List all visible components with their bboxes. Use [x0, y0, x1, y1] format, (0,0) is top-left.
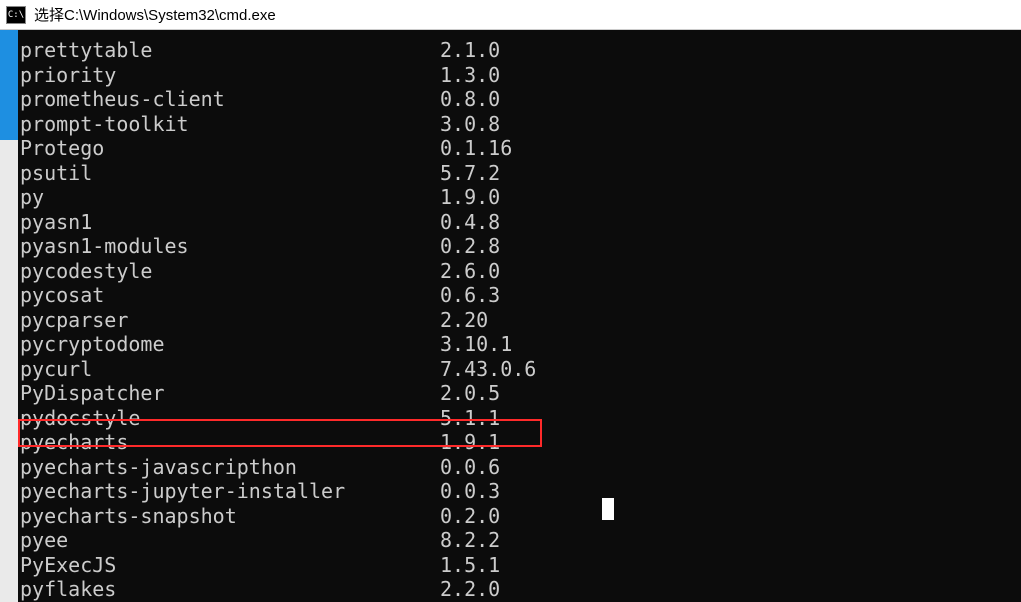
package-name: pyee — [20, 528, 440, 553]
package-row: prometheus-client0.8.0 — [18, 87, 1021, 112]
package-name: pyasn1 — [20, 210, 440, 235]
package-row: pycparser2.20 — [18, 308, 1021, 333]
package-name: PyExecJS — [20, 553, 440, 578]
package-version: 5.1.1 — [440, 406, 1021, 431]
package-row: PyDispatcher2.0.5 — [18, 381, 1021, 406]
package-name: pyecharts-javascripthon — [20, 455, 440, 480]
sidebar-strip — [0, 30, 18, 602]
package-name: pyecharts — [20, 430, 440, 455]
package-row: pyflakes2.2.0 — [18, 577, 1021, 602]
package-name: pydocstyle — [20, 406, 440, 431]
package-version: 7.43.0.6 — [440, 357, 1021, 382]
package-version: 2.2.0 — [440, 577, 1021, 602]
package-version: 2.6.0 — [440, 259, 1021, 284]
package-row: pyecharts-jupyter-installer0.0.3 — [18, 479, 1021, 504]
package-version: 0.0.3 — [440, 479, 1021, 504]
package-version: 1.9.0 — [440, 185, 1021, 210]
sidebar-inactive-area — [0, 140, 18, 602]
package-name: prettytable — [20, 38, 440, 63]
package-name: pycurl — [20, 357, 440, 382]
package-row: pycosat0.6.3 — [18, 283, 1021, 308]
package-row: pyecharts-snapshot0.2.0 — [18, 504, 1021, 529]
package-version: 2.20 — [440, 308, 1021, 333]
package-version: 0.4.8 — [440, 210, 1021, 235]
package-row: pydocstyle5.1.1 — [18, 406, 1021, 431]
terminal-output[interactable]: prettytable2.1.0priority1.3.0prometheus-… — [18, 30, 1021, 602]
package-version: 1.9.1 — [440, 430, 1021, 455]
package-row: Protego0.1.16 — [18, 136, 1021, 161]
package-name: pyasn1-modules — [20, 234, 440, 259]
cmd-icon: C:\ — [6, 6, 26, 24]
package-name: pycparser — [20, 308, 440, 333]
window-title-bar: C:\ 选择C:\Windows\System32\cmd.exe — [0, 0, 1021, 30]
package-name: pycodestyle — [20, 259, 440, 284]
package-version: 3.10.1 — [440, 332, 1021, 357]
package-version: 0.2.8 — [440, 234, 1021, 259]
package-row: py1.9.0 — [18, 185, 1021, 210]
package-name: pycosat — [20, 283, 440, 308]
package-version: 0.2.0 — [440, 504, 1021, 529]
package-version: 1.3.0 — [440, 63, 1021, 88]
package-name: pycryptodome — [20, 332, 440, 357]
package-name: prometheus-client — [20, 87, 440, 112]
package-row: psutil5.7.2 — [18, 161, 1021, 186]
package-row: pyecharts1.9.1 — [18, 430, 1021, 455]
package-version: 2.0.5 — [440, 381, 1021, 406]
package-version: 1.5.1 — [440, 553, 1021, 578]
package-row: PyExecJS1.5.1 — [18, 553, 1021, 578]
package-version: 2.1.0 — [440, 38, 1021, 63]
package-name: pyecharts-snapshot — [20, 504, 440, 529]
package-version: 0.1.16 — [440, 136, 1021, 161]
package-row: pyasn10.4.8 — [18, 210, 1021, 235]
package-version: 8.2.2 — [440, 528, 1021, 553]
package-row: pycodestyle2.6.0 — [18, 259, 1021, 284]
text-cursor — [602, 498, 614, 520]
package-row: prompt-toolkit3.0.8 — [18, 112, 1021, 137]
package-name: psutil — [20, 161, 440, 186]
window-title: 选择C:\Windows\System32\cmd.exe — [34, 4, 276, 25]
package-row: prettytable2.1.0 — [18, 38, 1021, 63]
package-name: Protego — [20, 136, 440, 161]
package-version: 5.7.2 — [440, 161, 1021, 186]
package-version: 3.0.8 — [440, 112, 1021, 137]
package-row: pycryptodome3.10.1 — [18, 332, 1021, 357]
package-row: pyecharts-javascripthon0.0.6 — [18, 455, 1021, 480]
package-name: prompt-toolkit — [20, 112, 440, 137]
package-row: pycurl7.43.0.6 — [18, 357, 1021, 382]
package-row: pyasn1-modules0.2.8 — [18, 234, 1021, 259]
package-name: pyflakes — [20, 577, 440, 602]
package-row: priority1.3.0 — [18, 63, 1021, 88]
package-version: 0.6.3 — [440, 283, 1021, 308]
package-name: PyDispatcher — [20, 381, 440, 406]
package-version: 0.8.0 — [440, 87, 1021, 112]
sidebar-active-tab[interactable] — [0, 30, 18, 140]
package-name: priority — [20, 63, 440, 88]
package-name: py — [20, 185, 440, 210]
package-version: 0.0.6 — [440, 455, 1021, 480]
package-row: pyee8.2.2 — [18, 528, 1021, 553]
package-name: pyecharts-jupyter-installer — [20, 479, 440, 504]
